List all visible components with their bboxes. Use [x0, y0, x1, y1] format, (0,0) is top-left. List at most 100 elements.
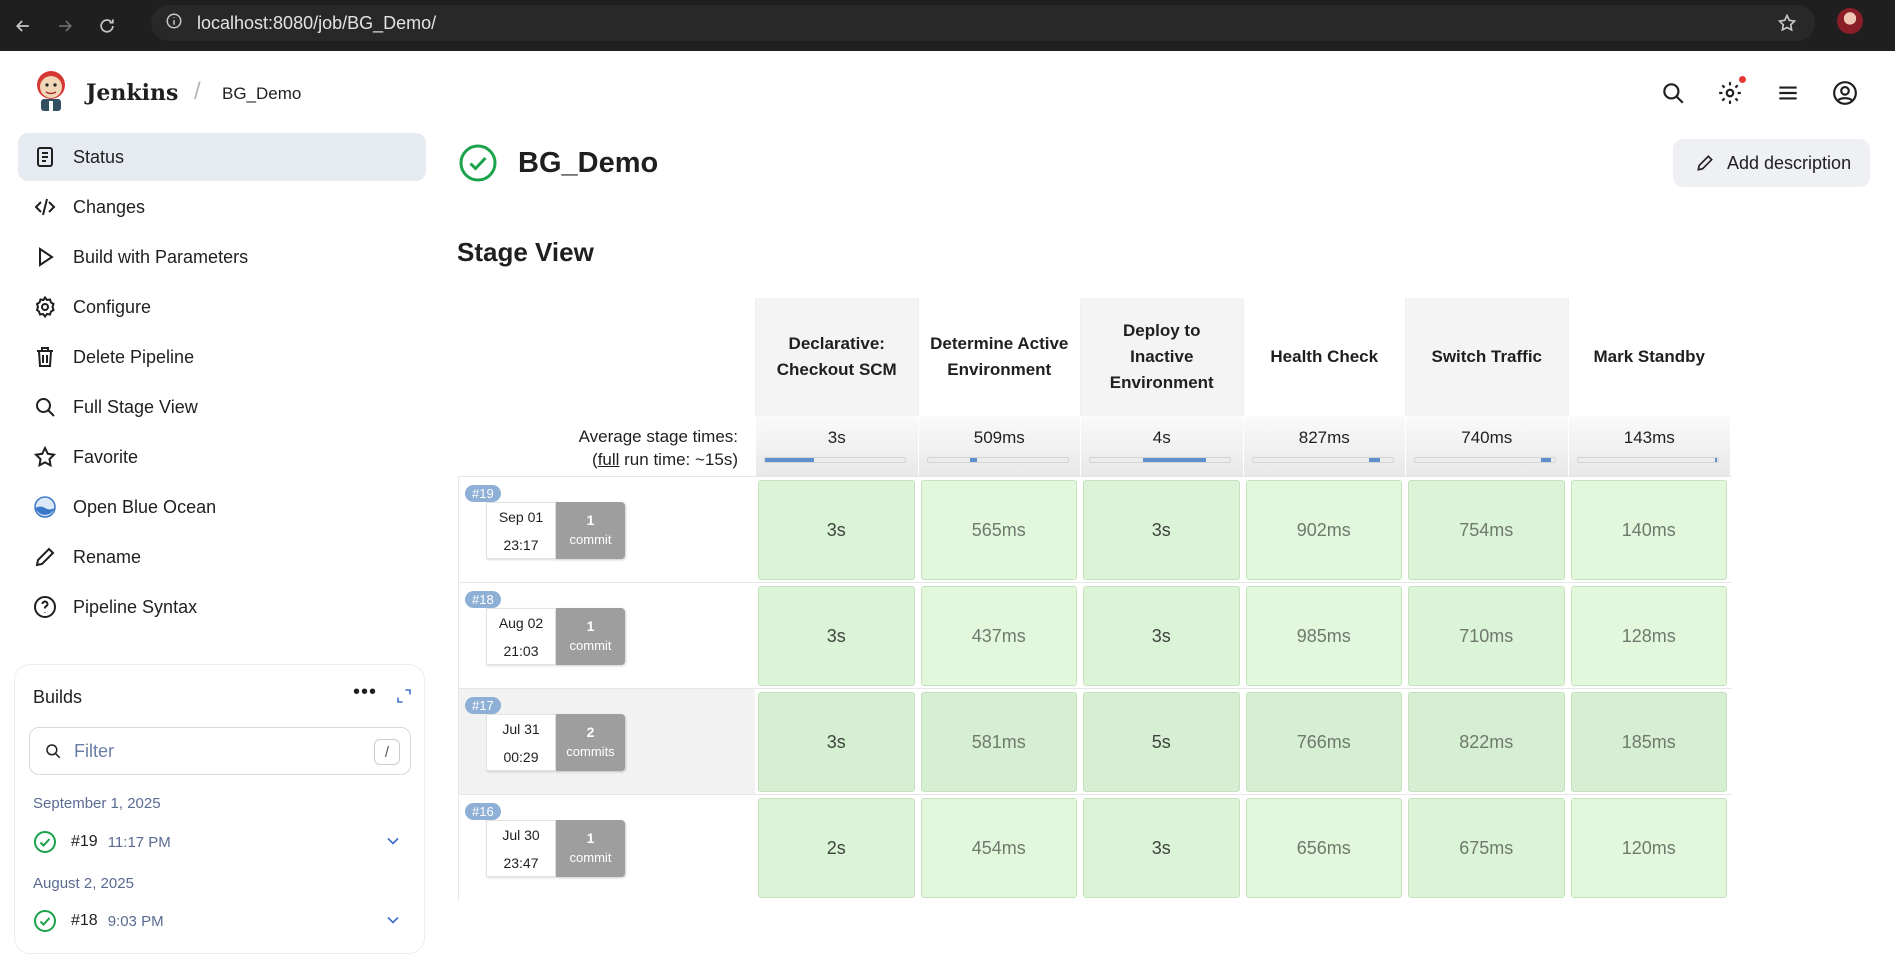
- stage-cell[interactable]: 140ms: [1568, 477, 1731, 583]
- run-badge[interactable]: #17: [465, 697, 501, 714]
- stage-cell[interactable]: 822ms: [1405, 689, 1568, 795]
- run-date: Jul 30 23:47: [486, 820, 556, 877]
- stage-header: Switch Traffic: [1405, 298, 1568, 416]
- run-badge[interactable]: #19: [465, 485, 501, 502]
- stage-duration: 902ms: [1245, 480, 1402, 580]
- code-icon: [32, 194, 58, 220]
- jenkins-logo-icon[interactable]: [33, 69, 69, 113]
- stage-cell[interactable]: 565ms: [918, 477, 1081, 583]
- stage-cell[interactable]: 3s: [1080, 583, 1243, 689]
- back-icon[interactable]: [4, 7, 42, 45]
- stage-header: Mark Standby: [1567, 298, 1731, 416]
- sidebar-item-delete-pipeline[interactable]: Delete Pipeline: [18, 333, 426, 381]
- stage-duration: 120ms: [1570, 798, 1727, 898]
- chevron-down-icon[interactable]: [383, 910, 403, 930]
- commit-count: 1: [586, 618, 595, 634]
- run-date: Jul 31 00:29: [486, 714, 556, 771]
- breadcrumb-job[interactable]: BG_Demo: [222, 84, 301, 104]
- success-check-icon: [34, 910, 56, 932]
- stage-cell[interactable]: 5s: [1080, 689, 1243, 795]
- pencil-icon: [32, 544, 58, 570]
- sidebar-item-status[interactable]: Status: [18, 133, 426, 181]
- stage-duration: 3s: [758, 692, 915, 792]
- average-time-bar-fill: [765, 458, 814, 462]
- address-bar[interactable]: localhost:8080/job/BG_Demo/: [151, 5, 1815, 41]
- average-time-value: 509ms: [973, 428, 1025, 447]
- stage-cell[interactable]: 675ms: [1405, 795, 1568, 901]
- stage-cell[interactable]: 985ms: [1243, 583, 1406, 689]
- average-stage-time: 827ms: [1242, 416, 1406, 476]
- sidebar-item-changes[interactable]: Changes: [18, 183, 426, 231]
- stage-duration: 565ms: [920, 480, 1077, 580]
- build-group-date: September 1, 2025: [33, 795, 161, 812]
- stage-cell[interactable]: 710ms: [1405, 583, 1568, 689]
- average-stage-time: 143ms: [1567, 416, 1731, 476]
- expand-icon[interactable]: [395, 687, 413, 705]
- stage-cell[interactable]: 656ms: [1243, 795, 1406, 901]
- stage-cells: 3s 437ms 3s 985ms 710ms 128ms: [755, 583, 1730, 689]
- builds-filter-input[interactable]: Filter /: [29, 727, 411, 775]
- profile-avatar[interactable]: [1837, 8, 1863, 34]
- build-row[interactable]: #19 11:17 PM: [33, 828, 413, 856]
- stage-cell[interactable]: 128ms: [1568, 583, 1731, 689]
- run-date-day: Jul 30: [502, 827, 540, 843]
- star-icon: [32, 444, 58, 470]
- stage-cell[interactable]: 754ms: [1405, 477, 1568, 583]
- success-check-icon: [34, 831, 56, 853]
- run-commits-button[interactable]: 1 commit: [556, 502, 625, 559]
- search-icon: [46, 744, 61, 759]
- bookmark-star-icon[interactable]: [1777, 13, 1797, 38]
- stage-cells: 3s 581ms 5s 766ms 822ms 185ms: [755, 689, 1730, 795]
- build-number[interactable]: #18: [71, 912, 98, 930]
- run-badge[interactable]: #18: [465, 591, 501, 608]
- manage-jenkins-gear-icon[interactable]: [1717, 80, 1743, 106]
- sidebar-item-label: Build with Parameters: [73, 246, 249, 267]
- more-options-icon[interactable]: •••: [353, 681, 377, 704]
- stage-cell[interactable]: 3s: [1080, 795, 1243, 901]
- average-times-row: 3s 509ms 4s 827ms 740ms 143ms: [755, 416, 1730, 476]
- stage-cell[interactable]: 437ms: [918, 583, 1081, 689]
- run-commits-button[interactable]: 1 commit: [556, 608, 625, 665]
- jenkins-brand[interactable]: Jenkins: [86, 80, 178, 106]
- sidebar-item-label: Open Blue Ocean: [73, 496, 217, 517]
- stage-cell[interactable]: 3s: [755, 689, 918, 795]
- stage-run-row: #19 Sep 01 23:17 1 commit 3s 565ms 3s 90…: [458, 476, 1732, 583]
- menu-icon[interactable]: [1775, 80, 1801, 106]
- stage-duration: 3s: [1083, 586, 1240, 686]
- chevron-down-icon[interactable]: [383, 831, 403, 851]
- stage-cell[interactable]: 3s: [755, 583, 918, 689]
- full-run-time-link[interactable]: full: [598, 450, 620, 469]
- sidebar-item-build-with-parameters[interactable]: Build with Parameters: [18, 233, 426, 281]
- search-icon[interactable]: [1660, 80, 1686, 106]
- run-info: #19 Sep 01 23:17 1 commit: [458, 477, 755, 583]
- average-time-bar-fill: [1714, 458, 1718, 462]
- run-badge[interactable]: #16: [465, 803, 501, 820]
- stage-cell[interactable]: 2s: [755, 795, 918, 901]
- sidebar-item-favorite[interactable]: Favorite: [18, 433, 426, 481]
- stage-cell[interactable]: 3s: [1080, 477, 1243, 583]
- average-stage-time: 3s: [755, 416, 918, 476]
- stage-cell[interactable]: 581ms: [918, 689, 1081, 795]
- sidebar-item-open-blue-ocean[interactable]: Open Blue Ocean: [18, 483, 426, 531]
- sidebar-item-configure[interactable]: Configure: [18, 283, 426, 331]
- stage-cell[interactable]: 766ms: [1243, 689, 1406, 795]
- reload-icon[interactable]: [88, 7, 126, 45]
- stage-duration: 675ms: [1408, 798, 1565, 898]
- run-commits-button[interactable]: 2 commits: [556, 714, 625, 771]
- browser-toolbar: localhost:8080/job/BG_Demo/: [0, 0, 1895, 51]
- build-number[interactable]: #19: [71, 833, 98, 851]
- add-description-button[interactable]: Add description: [1673, 139, 1870, 187]
- stage-cell[interactable]: 3s: [755, 477, 918, 583]
- site-info-icon[interactable]: [165, 12, 183, 35]
- forward-icon[interactable]: [46, 7, 84, 45]
- build-row[interactable]: #18 9:03 PM: [33, 907, 413, 935]
- stage-cell[interactable]: 902ms: [1243, 477, 1406, 583]
- sidebar-item-full-stage-view[interactable]: Full Stage View: [18, 383, 426, 431]
- stage-cell[interactable]: 185ms: [1568, 689, 1731, 795]
- sidebar-item-pipeline-syntax[interactable]: Pipeline Syntax: [18, 583, 426, 631]
- run-commits-button[interactable]: 1 commit: [556, 820, 625, 877]
- sidebar-item-rename[interactable]: Rename: [18, 533, 426, 581]
- stage-cell[interactable]: 120ms: [1568, 795, 1731, 901]
- user-account-icon[interactable]: [1832, 80, 1858, 106]
- stage-cell[interactable]: 454ms: [918, 795, 1081, 901]
